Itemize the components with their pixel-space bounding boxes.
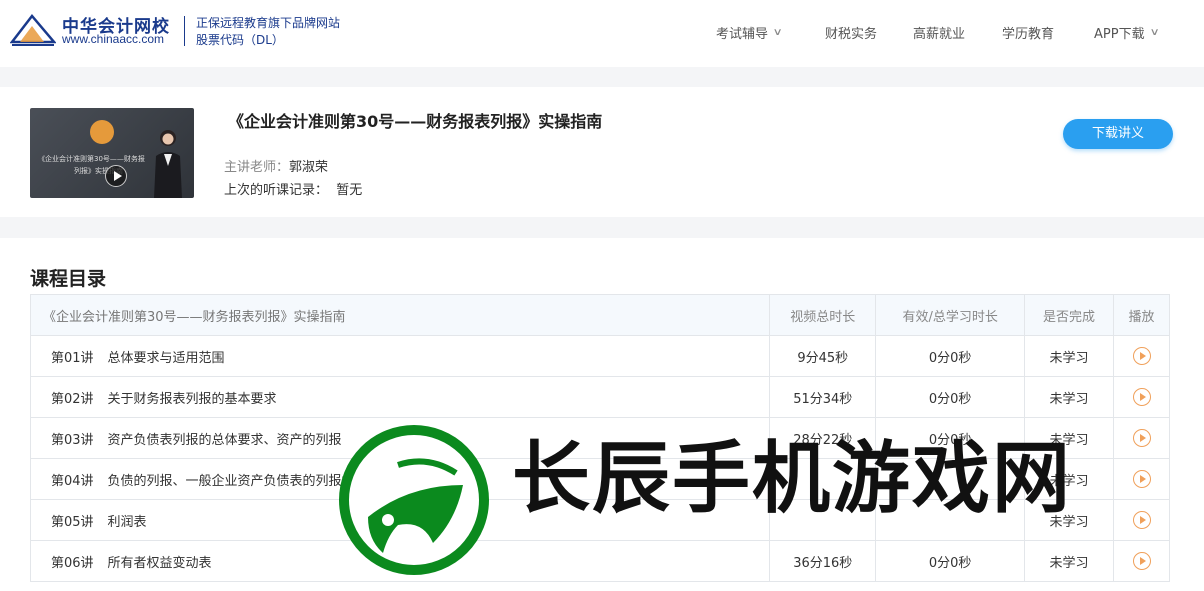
play-cell [1113,376,1170,418]
brand-url[interactable]: www.chinaacc.com [62,32,164,46]
play-icon[interactable] [1132,347,1151,365]
course-banner: 《企业会计准则第30号——财务报 列报》实操指南 [0,87,1204,217]
play-cell [1113,540,1170,582]
study-duration: 0分0秒 [875,540,1026,582]
play-icon[interactable] [1132,470,1151,488]
chinaacc-logo-icon[interactable] [10,12,56,48]
lesson-no: 第03讲 [51,432,94,448]
teacher-info: 主讲老师：郭淑荣 [224,156,328,175]
table-row[interactable]: 第01讲 总体要求与适用范围 9分45秒 0分0秒 未学习 [29,335,1170,377]
lesson-name[interactable]: 资产负债表列报的总体要求、资产的列报 [108,433,342,448]
col-course-name: 《企业会计准则第30号——财务报表列报》实操指南 [29,294,771,336]
nav-label: 高薪就业 [913,27,966,42]
video-duration: 9分45秒 [769,335,877,377]
play-icon[interactable] [1132,429,1151,447]
study-duration: 0分0秒 [875,376,1026,418]
nav-item-jobs[interactable]: 高薪就业 [913,23,965,42]
col-video-duration: 视频总时长 [769,294,877,336]
lesson-name[interactable]: 利润表 [108,515,147,530]
thumb-caption: 《企业会计准则第30号——财务报 [38,155,145,163]
record-label: 上次的听课记录： [224,183,329,198]
col-study-duration: 有效/总学习时长 [875,294,1026,336]
status-badge: 未学习 [1024,376,1114,418]
stock-code: 股票代码（DL） [196,33,284,47]
lesson-cell: 第02讲 关于财务报表列报的基本要求 [29,376,771,418]
graduation-cap-icon [90,120,114,144]
lesson-name[interactable]: 总体要求与适用范围 [108,351,225,366]
lesson-name[interactable]: 关于财务报表列报的基本要求 [108,392,277,407]
record-value: 暂无 [336,183,363,198]
col-completed: 是否完成 [1024,294,1114,336]
nav-label: 考试辅导 [716,27,769,42]
video-duration: 51分34秒 [769,376,877,418]
status-badge: 未学习 [1024,335,1114,377]
video-duration: 36分16秒 [769,540,877,582]
status-badge: 未学习 [1024,540,1114,582]
teacher-label: 主讲老师： [224,160,290,175]
lesson-no: 第05讲 [51,514,94,530]
lesson-no: 第06讲 [51,555,94,571]
col-play: 播放 [1113,294,1170,336]
chevron-down-icon: ∨ [1149,27,1160,38]
download-handout-button[interactable]: 下载讲义 [1063,119,1173,149]
catalog-title: 课程目录 [30,268,107,290]
nav-item-tax[interactable]: 财税实务 [825,23,877,42]
nav-label: 财税实务 [825,27,878,42]
lesson-name[interactable]: 所有者权益变动表 [108,556,212,571]
site-header: 中华会计网校 www.chinaacc.com 正保远程教育旗下品牌网站 股票代… [0,0,1204,67]
header-divider [184,16,185,46]
table-header-row: 《企业会计准则第30号——财务报表列报》实操指南 视频总时长 有效/总学习时长 … [29,294,1170,336]
nav-item-exam[interactable]: 考试辅导 ∨ [716,23,783,42]
play-cell [1113,458,1170,500]
last-record: 上次的听课记录： 暂无 [224,179,362,198]
chevron-down-icon: ∨ [772,27,783,38]
course-thumbnail[interactable]: 《企业会计准则第30号——财务报 列报》实操指南 [30,108,194,198]
lecturer-image [154,130,182,198]
table-row[interactable]: 第02讲 关于财务报表列报的基本要求 51分34秒 0分0秒 未学习 [29,376,1170,418]
table-row[interactable]: 第06讲 所有者权益变动表 36分16秒 0分0秒 未学习 [29,540,1170,582]
nav-item-app[interactable]: APP下载 ∨ [1094,23,1160,42]
nav-label: APP下载 [1094,27,1145,42]
play-icon[interactable] [1132,511,1151,529]
watermark-logo-icon [339,425,489,575]
course-title: 《企业会计准则第30号——财务报表列报》实操指南 [228,112,603,131]
brand-tagline: 正保远程教育旗下品牌网站 [196,16,341,30]
nav-item-degree[interactable]: 学历教育 [1002,23,1054,42]
play-icon[interactable] [1132,388,1151,406]
nav-label: 学历教育 [1002,27,1055,42]
study-duration: 0分0秒 [875,335,1026,377]
play-icon[interactable] [105,165,127,187]
lesson-no: 第04讲 [51,473,94,489]
play-cell [1113,499,1170,541]
play-cell [1113,335,1170,377]
play-cell [1113,417,1170,459]
teacher-name: 郭淑荣 [289,160,329,175]
watermark-text: 长辰手机游戏网 [512,434,1073,524]
play-icon[interactable] [1132,552,1151,570]
lesson-no: 第01讲 [51,350,94,366]
lesson-cell: 第01讲 总体要求与适用范围 [29,335,771,377]
lesson-no: 第02讲 [51,391,94,407]
